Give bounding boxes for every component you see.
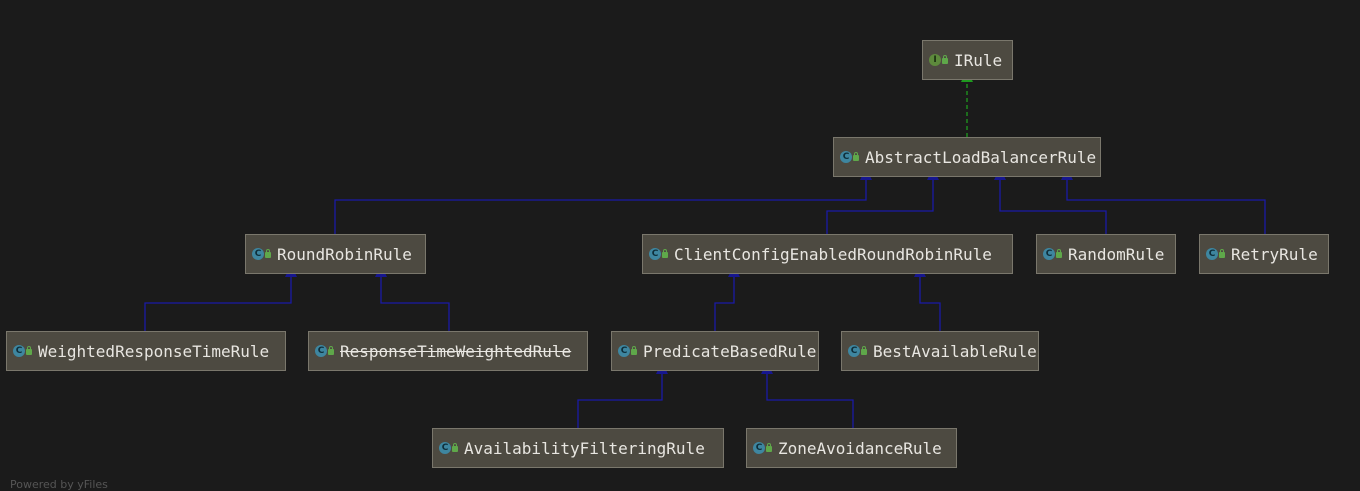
edge-availability-extends-predicate bbox=[577, 362, 668, 428]
class-icon: C bbox=[252, 246, 274, 262]
node-label: RetryRule bbox=[1231, 244, 1318, 264]
class-icon: C bbox=[1043, 246, 1065, 262]
node-label: ZoneAvoidanceRule bbox=[778, 438, 942, 458]
abstract-class-icon: C bbox=[840, 149, 862, 165]
node-random-rule[interactable]: C RandomRule bbox=[1036, 234, 1176, 274]
edge-clientconfig-extends-abstract bbox=[826, 168, 939, 234]
edge-weighted-extends-roundrobin bbox=[144, 265, 297, 331]
node-irule[interactable]: I IRule bbox=[922, 40, 1013, 80]
node-label: BestAvailableRule bbox=[873, 341, 1037, 361]
node-predicate-based-rule[interactable]: C PredicateBasedRule bbox=[611, 331, 819, 371]
footer-credit: Powered by yFiles bbox=[10, 478, 108, 491]
node-retry-rule[interactable]: C RetryRule bbox=[1199, 234, 1329, 274]
node-label: RoundRobinRule bbox=[277, 244, 412, 264]
node-label: WeightedResponseTimeRule bbox=[38, 341, 270, 361]
node-best-available-rule[interactable]: C BestAvailableRule bbox=[841, 331, 1039, 371]
node-round-robin-rule[interactable]: C RoundRobinRule bbox=[245, 234, 426, 274]
node-label: ClientConfigEnabledRoundRobinRule bbox=[674, 244, 992, 264]
node-label: IRule bbox=[954, 50, 1003, 70]
class-icon: C bbox=[315, 343, 337, 359]
edge-random-extends-abstract bbox=[994, 168, 1107, 234]
edge-roundrobin-extends-abstract bbox=[334, 168, 872, 234]
node-client-config-enabled-round-robin-rule[interactable]: C ClientConfigEnabledRoundRobinRule bbox=[642, 234, 1013, 274]
class-icon: C bbox=[753, 440, 775, 456]
node-zone-avoidance-rule[interactable]: C ZoneAvoidanceRule bbox=[746, 428, 957, 468]
class-icon: C bbox=[649, 246, 671, 262]
node-label: RandomRule bbox=[1068, 244, 1165, 264]
interface-icon: I bbox=[929, 52, 951, 68]
edge-zone-extends-predicate bbox=[761, 362, 854, 428]
class-icon: C bbox=[439, 440, 461, 456]
edge-retry-extends-abstract bbox=[1061, 168, 1266, 234]
edge-predicate-extends-clientconfig bbox=[714, 265, 740, 331]
node-label: PredicateBasedRule bbox=[643, 341, 817, 361]
abstract-class-icon: C bbox=[618, 343, 640, 359]
node-label-deprecated: ResponseTimeWeightedRule bbox=[340, 341, 572, 361]
class-icon: C bbox=[1206, 246, 1228, 262]
class-icon: C bbox=[848, 343, 870, 359]
node-label: AvailabilityFilteringRule bbox=[464, 438, 705, 458]
node-label: AbstractLoadBalancerRule bbox=[865, 147, 1097, 167]
edge-bestavailable-extends-clientconfig bbox=[914, 265, 941, 331]
node-availability-filtering-rule[interactable]: C AvailabilityFilteringRule bbox=[432, 428, 724, 468]
edge-responsetime-extends-roundrobin bbox=[375, 265, 450, 331]
node-response-time-weighted-rule[interactable]: C ResponseTimeWeightedRule bbox=[308, 331, 588, 371]
node-weighted-response-time-rule[interactable]: C WeightedResponseTimeRule bbox=[6, 331, 286, 371]
class-icon: C bbox=[13, 343, 35, 359]
node-abstract-load-balancer-rule[interactable]: C AbstractLoadBalancerRule bbox=[833, 137, 1101, 177]
